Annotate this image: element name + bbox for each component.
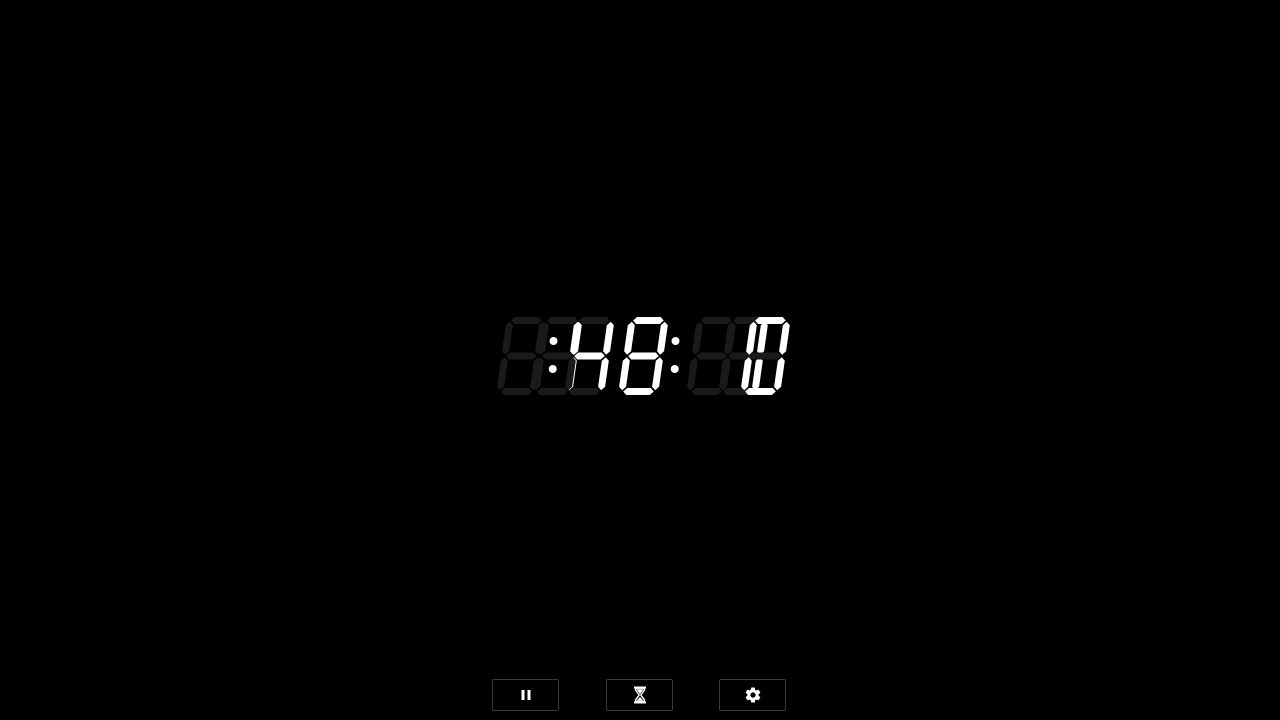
segment-f [746,321,757,355]
segment-g [574,352,605,360]
segment-f [502,321,513,355]
colon-dot [670,365,679,373]
segment-g [750,352,781,360]
segment-g [542,352,573,360]
segment-b [603,321,614,355]
segment-d [501,388,532,395]
colon-dot [671,337,680,345]
hourglass-icon [633,686,647,704]
segment-e [497,357,508,391]
segment-c [652,357,663,391]
segment-d [745,388,776,395]
segment-a [511,317,542,324]
colon-dot [548,365,557,373]
gear-icon [744,686,762,704]
colon-dot [549,337,558,345]
segment-d [537,388,568,395]
segment-f [624,321,635,355]
clock-digit-4 [619,317,668,395]
clock-screen [0,0,1280,720]
digital-clock-display [497,317,790,395]
segment-d [691,388,722,395]
segment-g [506,352,537,360]
segment-a [547,317,578,324]
segment-d [623,388,654,395]
segment-d [569,388,600,395]
segment-b [779,321,790,355]
segment-b [757,321,768,355]
segment-f [692,321,703,355]
segment-a [579,317,610,324]
segment-e [619,357,630,391]
segment-c [774,357,785,391]
settings-button[interactable] [719,679,786,711]
segment-g [628,352,659,360]
segment-e [687,357,698,391]
clock-colon-2 [670,337,680,373]
segment-a [755,317,786,324]
segment-a [633,317,664,324]
pause-button[interactable] [492,679,559,711]
segment-e [741,357,752,391]
segment-g [696,352,727,360]
pause-icon [520,689,532,701]
timer-button[interactable] [606,679,673,711]
segment-c [598,357,609,391]
segment-b [657,321,668,355]
segment-a [701,317,732,324]
segment-c [752,357,763,391]
